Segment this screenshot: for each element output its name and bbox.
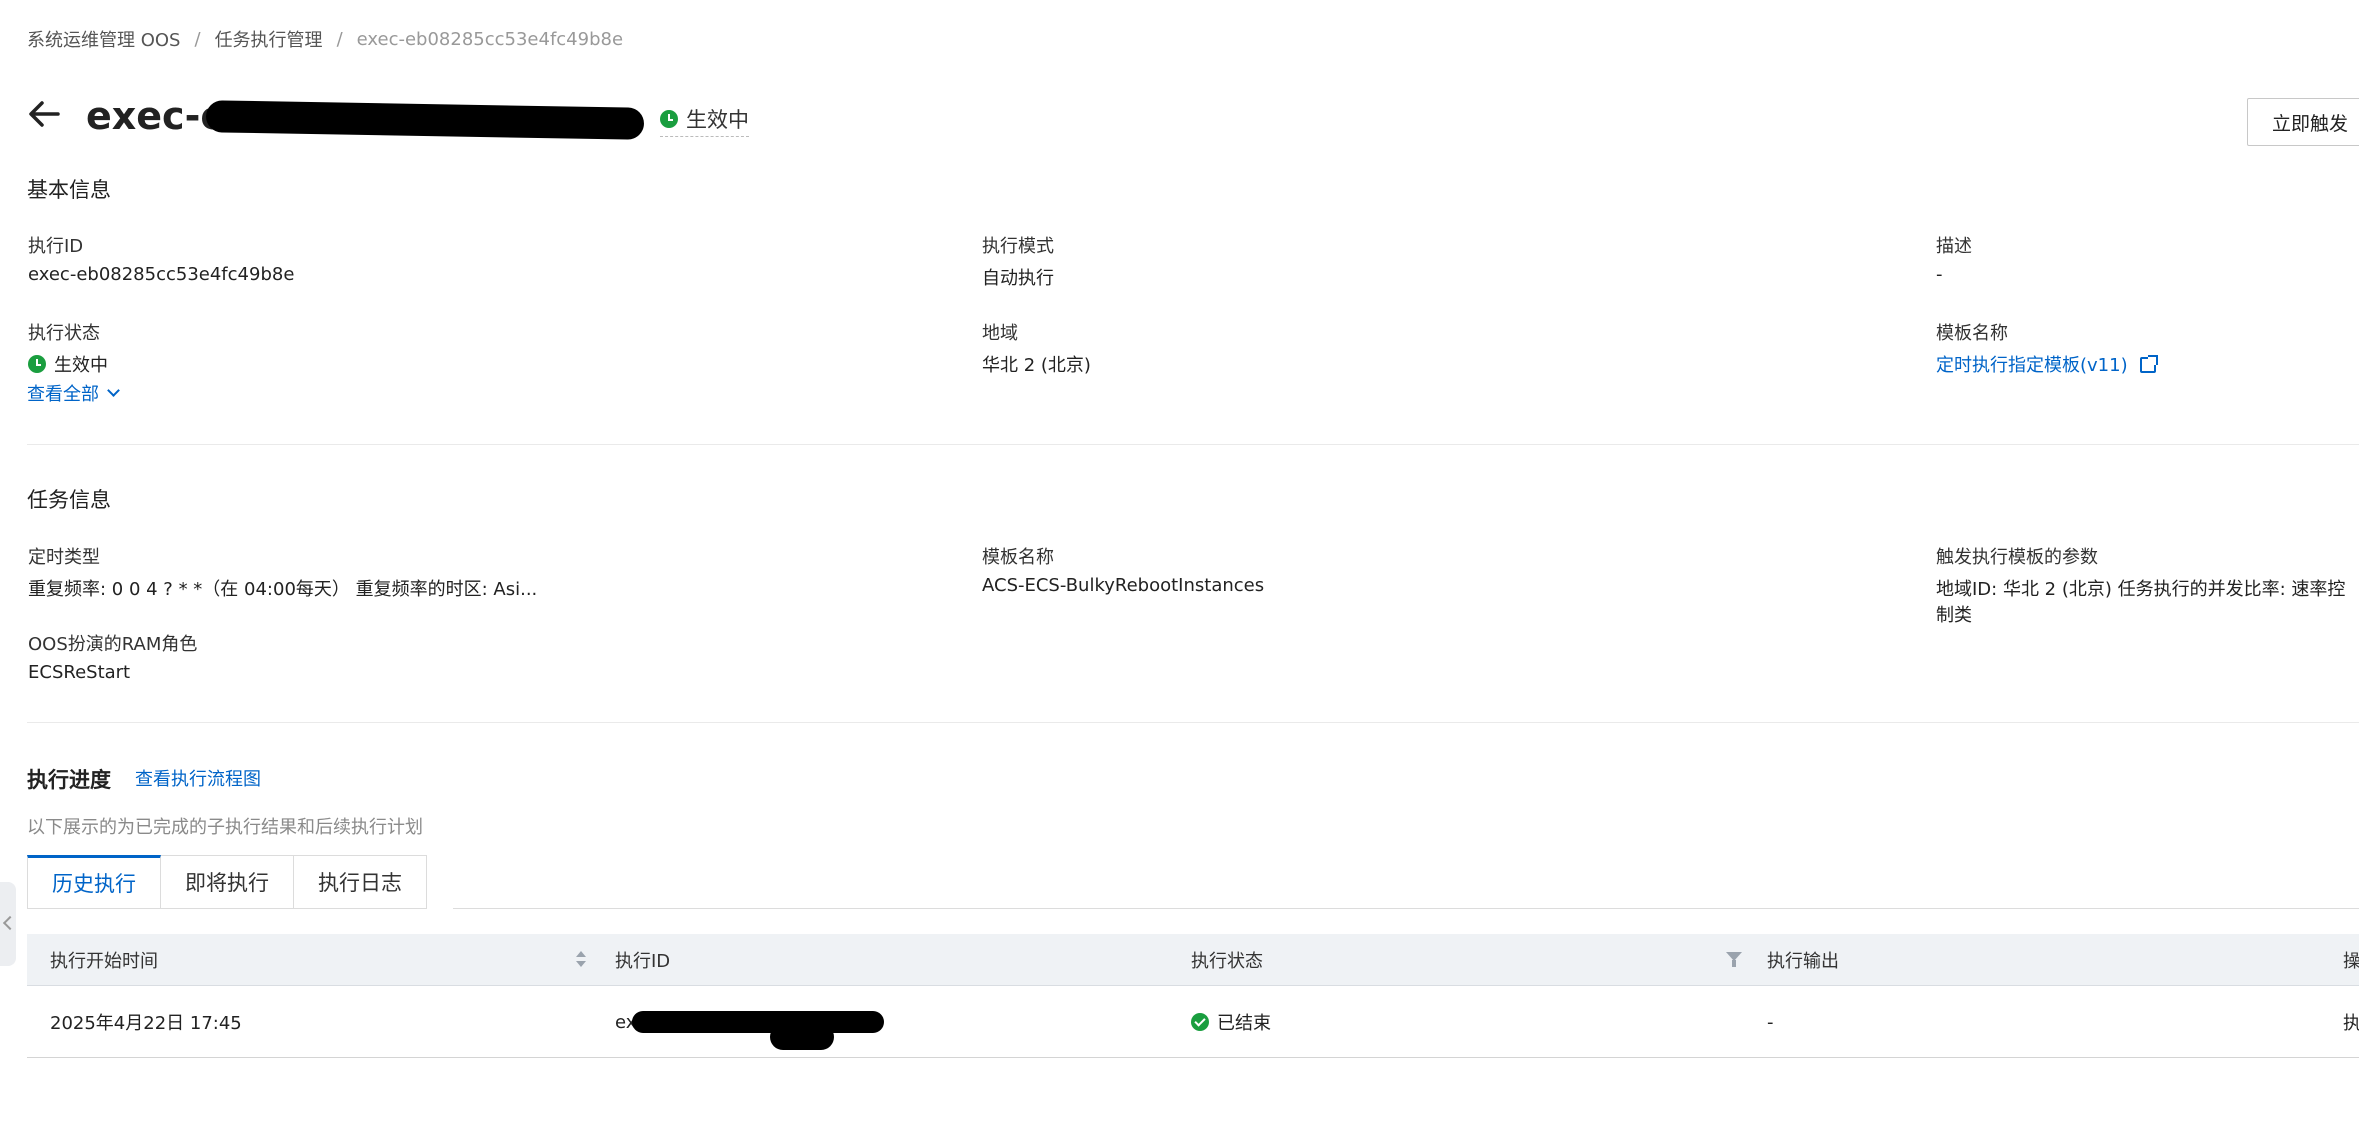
field-value-ram-role: ECSReStart	[28, 662, 131, 683]
field-value-mode: 自动执行	[982, 268, 1054, 289]
breadcrumb-separator: /	[194, 28, 201, 50]
clock-icon	[660, 110, 678, 128]
breadcrumb-current: exec-eb08285cc53e4fc49b8e	[356, 28, 624, 50]
section-divider	[27, 722, 2359, 723]
sort-icon[interactable]	[575, 950, 587, 970]
breadcrumb-item-task-management[interactable]: 任务执行管理	[215, 26, 323, 52]
section-title-task-info: 任务信息	[27, 488, 111, 512]
cell-start-time: 2025年4月22日 17:45	[50, 1013, 242, 1034]
tabs-baseline	[453, 908, 2359, 909]
column-header-start-time: 执行开始时间	[50, 951, 158, 972]
section-divider	[27, 444, 2359, 445]
field-label-schedule: 定时类型	[28, 547, 100, 568]
field-label-template: 模板名称	[1936, 323, 2008, 344]
template-link-text[interactable]: 定时执行指定模板(v11)	[1936, 355, 2128, 376]
view-all-text[interactable]: 查看全部	[27, 380, 99, 406]
field-value-region: 华北 2 (北京)	[982, 355, 1091, 376]
status-text: 生效中	[686, 108, 749, 132]
view-flow-chart-link[interactable]: 查看执行流程图	[135, 765, 261, 791]
field-value-status: 生效中	[28, 351, 108, 377]
section-title-progress: 执行进度	[27, 768, 111, 792]
column-header-actions: 操	[2343, 951, 2359, 972]
field-label-desc: 描述	[1936, 236, 1972, 257]
tab-history[interactable]: 历史执行	[27, 855, 161, 909]
back-arrow-icon[interactable]	[24, 94, 64, 134]
redaction-mark	[632, 1011, 884, 1033]
field-value-params: 地域ID: 华北 2 (北京) 任务执行的并发比率: 速率控制类	[1936, 579, 2346, 626]
filter-icon[interactable]	[1726, 952, 1742, 968]
progress-hint: 以下展示的为已完成的子执行结果和后续执行计划	[27, 817, 423, 838]
redaction-mark	[205, 100, 645, 140]
table-header: 执行开始时间 执行ID 执行状态 执行输出 操	[27, 934, 2359, 986]
cell-output: -	[1767, 1011, 1774, 1033]
field-label-region: 地域	[982, 323, 1018, 344]
field-value-task-template: ACS-ECS-BulkyRebootInstances	[982, 575, 1265, 596]
tab-logs[interactable]: 执行日志	[294, 855, 427, 909]
external-link-icon[interactable]	[2139, 355, 2158, 373]
field-label-status: 执行状态	[28, 323, 100, 344]
table-row: 2025年4月22日 17:45 ex 已结束 - 执	[27, 986, 2359, 1058]
status-text: 已结束	[1217, 1013, 1271, 1034]
trigger-now-button[interactable]: 立即触发	[2247, 98, 2359, 146]
field-label-mode: 执行模式	[982, 236, 1054, 257]
template-link[interactable]: 定时执行指定模板(v11)	[1936, 351, 2158, 377]
sidebar-collapse-handle[interactable]	[0, 882, 16, 966]
chevron-down-icon[interactable]	[107, 383, 120, 397]
field-label-ram-role: OOS扮演的RAM角色	[28, 634, 198, 655]
section-title-basic-info: 基本信息	[27, 178, 111, 202]
field-label-task-template: 模板名称	[982, 547, 1054, 568]
redaction-mark	[770, 1024, 834, 1050]
progress-tabs: 历史执行 即将执行 执行日志	[27, 855, 427, 909]
field-value-desc: -	[1936, 264, 1943, 285]
tab-upcoming[interactable]: 即将执行	[161, 855, 294, 909]
field-value-exec-id: exec-eb08285cc53e4fc49b8e	[28, 264, 295, 285]
field-value-schedule: 重复频率: 0 0 4 ? * *（在 04:00每天） 重复频率的时区: As…	[28, 579, 538, 600]
field-label-params: 触发执行模板的参数	[1936, 547, 2098, 568]
breadcrumb-item-oos[interactable]: 系统运维管理 OOS	[27, 26, 180, 52]
cell-action-link[interactable]: 执	[2343, 986, 2359, 1058]
column-header-exec-id: 执行ID	[615, 951, 671, 972]
breadcrumb: 系统运维管理 OOS / 任务执行管理 / exec-eb08285cc53e4…	[27, 26, 623, 52]
clock-icon	[28, 355, 46, 373]
field-label-exec-id: 执行ID	[28, 236, 84, 257]
cell-status: 已结束	[1191, 986, 1271, 1058]
status-text: 生效中	[54, 355, 108, 376]
column-header-output: 执行输出	[1767, 951, 1839, 972]
breadcrumb-separator: /	[336, 28, 343, 50]
status-badge: 生效中	[660, 104, 749, 137]
check-circle-icon	[1191, 1013, 1209, 1031]
view-all-link[interactable]: 查看全部	[27, 380, 120, 406]
column-header-status: 执行状态	[1191, 951, 1263, 972]
